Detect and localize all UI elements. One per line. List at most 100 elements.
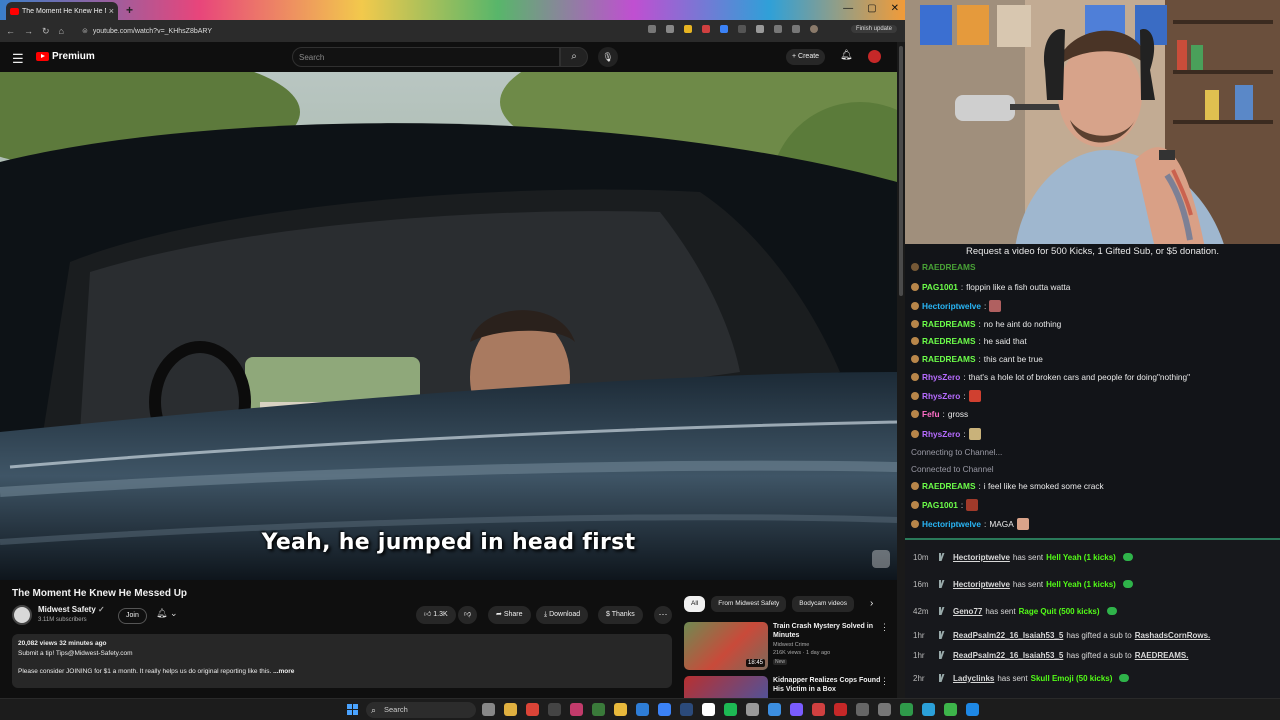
chat-username[interactable]: PAG1001 xyxy=(922,500,958,510)
search-icon[interactable]: ⌕ xyxy=(560,47,588,67)
youtube-logo[interactable]: Premium xyxy=(36,51,95,62)
event-username[interactable]: Geno77 xyxy=(953,607,982,616)
app-icon[interactable] xyxy=(702,703,715,716)
extension-icon[interactable] xyxy=(738,25,746,33)
app-icon[interactable] xyxy=(834,703,847,716)
chat-username[interactable]: RhysZero xyxy=(922,429,960,439)
channel-avatar[interactable] xyxy=(12,605,32,625)
event-username[interactable]: Hectoriptwelve xyxy=(953,580,1010,589)
chrome-icon[interactable] xyxy=(504,703,517,716)
bookmark-star-icon[interactable] xyxy=(666,25,674,33)
spotify-icon[interactable] xyxy=(724,703,737,716)
more-actions-icon[interactable]: ⋯ xyxy=(654,606,672,624)
puzzle-icon[interactable] xyxy=(756,25,764,33)
chat-username[interactable]: Fefu xyxy=(922,409,940,419)
chip-all[interactable]: All xyxy=(684,596,706,612)
extension-icon[interactable] xyxy=(702,25,710,33)
event-username[interactable]: Ladyclinks xyxy=(953,674,994,683)
chat-username[interactable]: RhysZero xyxy=(922,372,960,382)
sidebar-icon[interactable] xyxy=(774,25,782,33)
subscribe-bell-button[interactable]: 🔔︎ ⌄ xyxy=(150,608,184,624)
channel-name[interactable]: Midwest Safety ✓ xyxy=(38,605,105,614)
browser-tab[interactable]: The Moment He Knew He Messed Up × xyxy=(6,2,118,20)
obs-icon[interactable] xyxy=(548,703,561,716)
site-info-icon[interactable]: ⊜ xyxy=(82,27,88,35)
chat-username[interactable]: RAEDREAMS xyxy=(922,336,975,346)
event-username[interactable]: ReadPsalm22_16_Isaiah53_5 xyxy=(953,651,1063,660)
profile-icon[interactable] xyxy=(810,25,818,33)
vscode-icon[interactable] xyxy=(768,703,781,716)
finish-update-button[interactable]: Finish update xyxy=(850,25,897,33)
more-link[interactable]: ...more xyxy=(273,668,294,675)
join-button[interactable]: Join xyxy=(118,608,147,624)
settings-icon[interactable] xyxy=(746,703,759,716)
chat-username[interactable]: PAG1001 xyxy=(922,282,958,292)
screen-icon[interactable] xyxy=(878,703,891,716)
notifications-bell-icon[interactable]: 🔔︎ xyxy=(840,50,853,61)
chip-from-channel[interactable]: From Midwest Safety xyxy=(711,596,787,612)
chat-username[interactable]: Hectoriptwelve xyxy=(922,301,981,311)
new-tab-button[interactable]: + xyxy=(126,3,133,17)
minimize-icon[interactable]: — xyxy=(843,3,853,14)
event-recipient[interactable]: RAEDREAMS. xyxy=(1135,651,1189,660)
app-icon[interactable] xyxy=(856,703,869,716)
task-view-icon[interactable] xyxy=(482,703,495,716)
event-username[interactable]: Hectoriptwelve xyxy=(953,553,1010,562)
video-thumbnail[interactable]: 18:45 xyxy=(684,622,768,670)
steam-icon[interactable] xyxy=(680,703,693,716)
recording-icon[interactable] xyxy=(570,703,583,716)
edge-icon[interactable] xyxy=(966,703,979,716)
back-icon[interactable]: ← xyxy=(6,26,15,36)
like-button[interactable]: 👍︎ 1.3K xyxy=(416,606,456,624)
video-thumbnail[interactable] xyxy=(684,676,768,698)
app-icon[interactable] xyxy=(944,703,957,716)
maximize-icon[interactable]: ▢ xyxy=(867,3,876,14)
close-tab-icon[interactable]: × xyxy=(109,6,114,16)
recommended-title[interactable]: Train Crash Mystery Solved in Minutes xyxy=(773,622,881,640)
chat-username[interactable]: Hectoriptwelve xyxy=(922,519,981,529)
video-player[interactable]: Yeah, he jumped in head first xyxy=(0,72,897,580)
chat-username[interactable]: RAEDREAMS xyxy=(922,262,975,272)
chat-username[interactable]: RAEDREAMS xyxy=(922,319,975,329)
extension-icon[interactable] xyxy=(720,25,728,33)
chrome-icon[interactable] xyxy=(526,703,539,716)
url-field[interactable]: ⊜ youtube.com/watch?v=_KHhsZ8bARY xyxy=(82,24,662,38)
messenger-icon[interactable] xyxy=(790,703,803,716)
scrollbar-thumb[interactable] xyxy=(899,46,903,296)
reload-icon[interactable]: ↻ xyxy=(42,26,50,37)
chip-bodycam[interactable]: Bodycam videos xyxy=(792,596,854,612)
mail-icon[interactable] xyxy=(658,703,671,716)
recommended-video[interactable]: Kidnapper Realizes Cops Found His Victim… xyxy=(684,676,894,698)
home-icon[interactable]: ⌂ xyxy=(59,26,64,36)
cast-icon[interactable] xyxy=(648,25,656,33)
chat-username[interactable]: RhysZero xyxy=(922,391,960,401)
share-button[interactable]: ➦ Share xyxy=(488,606,531,624)
app-icon[interactable] xyxy=(636,703,649,716)
event-recipient[interactable]: RashadsCornRows. xyxy=(1135,631,1211,640)
extension-icon[interactable] xyxy=(684,25,692,33)
taskbar-search[interactable]: Search xyxy=(366,702,476,718)
windows-start-icon[interactable] xyxy=(347,704,358,715)
channel-watermark[interactable] xyxy=(872,550,890,568)
app-icon[interactable] xyxy=(922,703,935,716)
chat-username[interactable]: RAEDREAMS xyxy=(922,481,975,491)
chevron-right-icon[interactable]: › xyxy=(870,598,873,609)
terminal-icon[interactable] xyxy=(592,703,605,716)
thanks-button[interactable]: $ Thanks xyxy=(598,606,643,624)
recommended-title[interactable]: Kidnapper Realizes Cops Found His Victim… xyxy=(773,676,881,694)
description-box[interactable]: 20,082 views 32 minutes ago Submit a tip… xyxy=(12,634,672,688)
app-icon[interactable] xyxy=(812,703,825,716)
chat-username[interactable]: RAEDREAMS xyxy=(922,354,975,364)
search-input[interactable]: Search xyxy=(292,47,560,67)
dislike-button[interactable]: 👎︎ xyxy=(458,606,478,624)
close-window-icon[interactable]: ✕ xyxy=(891,3,899,14)
recommended-video[interactable]: 18:45 Train Crash Mystery Solved in Minu… xyxy=(684,622,894,672)
menu-icon[interactable]: ☰ xyxy=(12,51,24,67)
account-avatar[interactable] xyxy=(868,50,881,63)
create-button[interactable]: + Create xyxy=(786,49,826,65)
forward-icon[interactable]: → xyxy=(24,26,33,36)
file-explorer-icon[interactable] xyxy=(614,703,627,716)
more-vert-icon[interactable]: ⋮ xyxy=(880,622,889,633)
download-button[interactable]: ⤓ Download xyxy=(536,606,589,624)
app-icon[interactable] xyxy=(900,703,913,716)
